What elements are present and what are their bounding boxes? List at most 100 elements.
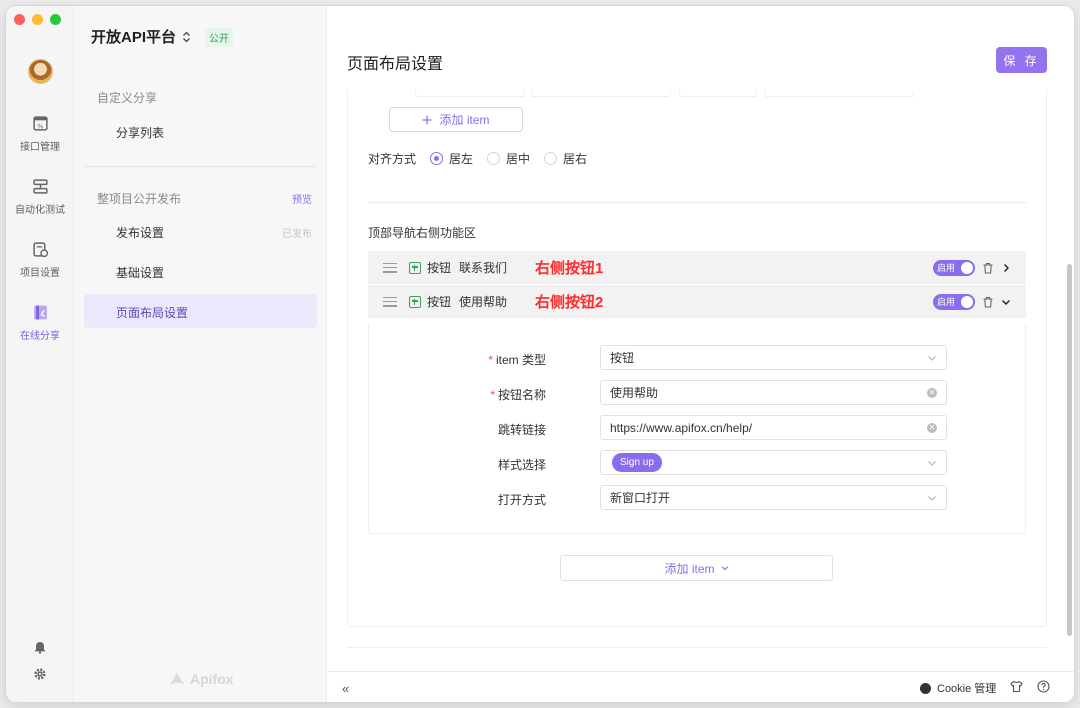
item-type-select[interactable]: 按钮 <box>600 345 947 370</box>
cookie-management-button[interactable]: Cookie 管理 <box>920 680 996 696</box>
add-item-label: 添加 item <box>439 113 490 127</box>
maximize-window-button[interactable] <box>50 14 61 25</box>
rail-item-online-share-label: 在线分享 <box>20 331 60 342</box>
chevron-down-icon <box>928 355 936 361</box>
project-settings-icon <box>32 242 48 258</box>
align-left-label: 居左 <box>449 152 474 166</box>
align-center-radio[interactable]: 居中 <box>487 150 530 167</box>
rail-item-api-label: 接口管理 <box>20 142 60 153</box>
app-window: % 接口管理 自动化测试 项目设置 在线分享 开放API平台 公开 自定义分享 … <box>6 6 1074 702</box>
radio-unchecked-icon <box>487 152 501 165</box>
enable-toggle[interactable]: 启用 <box>933 293 975 310</box>
nav-item-type: 按钮 <box>427 261 452 275</box>
item-type-label: * item 类型 <box>488 353 546 367</box>
section-divider <box>368 202 1027 203</box>
nav-item-row[interactable]: 按钮 联系我们 右侧按钮1 启用 <box>368 251 1026 284</box>
button-type-icon <box>409 295 421 308</box>
style-preview-button: Sign up <box>612 453 662 472</box>
add-item-bottom-label: 添加 item <box>664 561 715 576</box>
vertical-scrollbar[interactable] <box>1067 264 1072 636</box>
sidebar-item-basic-settings[interactable]: 基础设置 <box>116 264 164 281</box>
minimize-window-button[interactable] <box>32 14 43 25</box>
sidebar-item-layout-settings[interactable]: 页面布局设置 <box>116 304 188 321</box>
align-right-radio[interactable]: 居右 <box>544 150 587 167</box>
chevron-right-icon[interactable] <box>1001 263 1011 273</box>
user-avatar[interactable] <box>28 59 53 84</box>
align-center-label: 居中 <box>506 152 531 166</box>
link-label: 跳转链接 <box>497 423 546 437</box>
cookie-icon <box>920 682 931 694</box>
api-doc-icon: % <box>32 116 48 131</box>
preview-link[interactable]: 预览 <box>292 191 312 206</box>
style-select[interactable]: Sign up <box>600 450 947 475</box>
item-type-value: 按钮 <box>610 351 635 365</box>
rail-item-project-settings-label: 项目设置 <box>20 268 60 279</box>
alignment-group: 对齐方式 居左 居中 居右 <box>368 150 587 167</box>
nav-item-name: 使用帮助 <box>459 295 508 309</box>
published-status: 已发布 <box>282 229 312 240</box>
collapse-sidebar-icon[interactable]: « <box>342 681 349 696</box>
alignment-label: 对齐方式 <box>368 152 417 166</box>
button-name-label: * 按钮名称 <box>490 388 546 402</box>
rail-item-automation[interactable]: 自动化测试 <box>6 178 74 216</box>
rail-item-online-share[interactable]: 在线分享 <box>6 304 74 342</box>
public-badge: 公开 <box>205 28 233 47</box>
open-mode-select[interactable]: 新窗口打开 <box>600 485 947 510</box>
drag-handle-icon[interactable] <box>383 296 397 307</box>
window-controls <box>14 14 61 25</box>
clipped-item-chip <box>531 90 671 97</box>
trash-icon[interactable] <box>982 262 994 274</box>
page-title: 页面布局设置 <box>347 56 444 73</box>
project-switcher[interactable]: 开放API平台 <box>91 26 191 47</box>
rail-item-api[interactable]: % 接口管理 <box>6 115 74 153</box>
main-panel: 页面布局设置 保 存 添加 item 对齐方式 居左 居中 居右 顶部导航右侧功… <box>327 6 1074 702</box>
status-bar: « Cookie 管理 <box>327 671 1074 702</box>
align-left-radio[interactable]: 居左 <box>430 150 473 167</box>
automation-icon <box>32 179 48 194</box>
button-name-value: 使用帮助 <box>610 386 659 400</box>
nav-item-name: 联系我们 <box>459 261 508 275</box>
apifox-watermark: Apifox <box>169 671 234 687</box>
drag-handle-icon[interactable] <box>383 262 397 273</box>
radio-checked-icon <box>430 152 444 165</box>
save-button[interactable]: 保 存 <box>996 47 1047 73</box>
link-value: https://www.apifox.cn/help/ <box>610 420 753 435</box>
nav-item-detail-panel: * item 类型 按钮 * 按钮名称 使用帮助 ✕ 跳转链接 https://ww… <box>368 324 1026 534</box>
bell-icon[interactable] <box>33 640 47 654</box>
add-item-button[interactable]: 添加 item <box>389 107 523 132</box>
online-share-icon <box>33 305 47 320</box>
apifox-logo-icon <box>170 673 184 685</box>
rail-item-project-settings[interactable]: 项目设置 <box>6 241 74 279</box>
enable-toggle[interactable]: 启用 <box>933 259 975 276</box>
button-name-input[interactable]: 使用帮助 ✕ <box>600 380 947 405</box>
rail-item-automation-label: 自动化测试 <box>15 205 65 216</box>
plus-icon <box>422 115 432 124</box>
chevron-down-icon[interactable] <box>1001 297 1011 307</box>
close-window-button[interactable] <box>14 14 25 25</box>
group-public-publish-title: 整项目公开发布 <box>97 192 182 206</box>
sidebar-item-publish-settings[interactable]: 发布设置 <box>116 224 164 241</box>
sidebar-item-share-list[interactable]: 分享列表 <box>116 124 164 141</box>
add-item-dropdown-button[interactable]: 添加 item <box>560 555 833 581</box>
trash-icon[interactable] <box>982 296 994 308</box>
project-name: 开放API平台 <box>91 29 177 46</box>
toggle-label: 启用 <box>937 263 956 273</box>
nav-item-row[interactable]: 按钮 使用帮助 右侧按钮2 启用 <box>368 285 1026 318</box>
left-rail: % 接口管理 自动化测试 项目设置 在线分享 <box>6 6 74 702</box>
brand-name: Apifox <box>190 671 234 687</box>
gear-icon[interactable] <box>33 667 47 681</box>
clear-icon[interactable]: ✕ <box>927 388 937 398</box>
open-mode-value: 新窗口打开 <box>610 491 671 505</box>
radio-unchecked-icon <box>544 152 558 165</box>
chevron-down-icon <box>928 495 936 501</box>
chevron-updown-icon <box>183 31 190 42</box>
svg-text:%: % <box>37 122 43 130</box>
clear-icon[interactable]: ✕ <box>927 423 937 433</box>
annotation-label: 右侧按钮2 <box>535 294 604 311</box>
button-type-icon <box>409 261 421 274</box>
help-icon[interactable] <box>1037 680 1050 693</box>
nav-item-type: 按钮 <box>427 295 452 309</box>
sidebar-divider <box>84 166 316 167</box>
link-input[interactable]: https://www.apifox.cn/help/ ✕ <box>600 415 947 440</box>
shirt-icon[interactable] <box>1010 680 1023 693</box>
